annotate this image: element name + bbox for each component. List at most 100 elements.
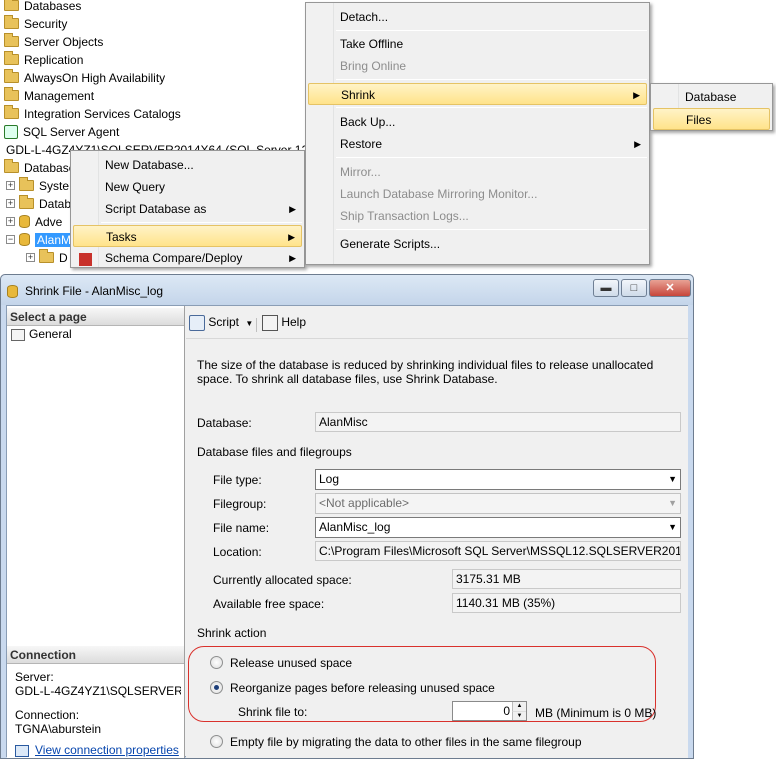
menu-item-take-offline[interactable]: Take Offline — [308, 33, 647, 55]
menu-item-ship-transaction-logs[interactable]: Ship Transaction Logs... — [308, 205, 647, 227]
file-name-select[interactable]: AlanMisc_log ▼ — [315, 517, 681, 538]
menu-item-tasks[interactable]: Tasks ▶ — [73, 225, 302, 247]
tree-node-alwayson[interactable]: AlwaysOn High Availability — [4, 69, 165, 87]
toolbar-separator — [256, 318, 257, 332]
menu-item-shrink-database[interactable]: Database — [653, 86, 770, 108]
object-explorer: Databases Security Server Objects Replic… — [0, 0, 776, 268]
menu-item-label: Script Database as — [105, 202, 207, 216]
view-connection-link[interactable]: View connection properties — [35, 743, 179, 757]
help-button[interactable]: Help — [262, 315, 306, 331]
menu-item-launch-mirroring-monitor[interactable]: Launch Database Mirroring Monitor... — [308, 183, 647, 205]
dropdown-arrow-icon[interactable]: ▼ — [245, 319, 253, 328]
file-type-select[interactable]: Log ▼ — [315, 469, 681, 490]
tree-node-security[interactable]: Security — [4, 15, 67, 33]
location-label: Location: — [213, 545, 262, 559]
menu-item-detach[interactable]: Detach... — [308, 6, 647, 28]
menu-separator — [101, 222, 302, 223]
menu-item-new-query[interactable]: New Query — [73, 176, 302, 198]
menu-item-script-database-as[interactable]: Script Database as ▶ — [73, 198, 302, 220]
empty-file-radio[interactable] — [210, 735, 223, 748]
menu-item-label: Restore — [340, 137, 383, 151]
release-unused-radio[interactable] — [210, 656, 223, 669]
tree-node-sql-server-agent[interactable]: SQL Server Agent — [4, 123, 119, 141]
menu-item-restore[interactable]: Restore ▶ — [308, 133, 647, 155]
minimize-button[interactable]: ▬ — [593, 279, 619, 297]
filegroup-select[interactable]: <Not applicable> ▼ — [315, 493, 681, 514]
tree-node-child[interactable]: + D — [26, 249, 68, 267]
tree-node-server-objects[interactable]: Server Objects — [4, 33, 103, 51]
database-context-menu: New Database... New Query Script Databas… — [70, 150, 305, 268]
tree-node-label: Adve — [35, 215, 63, 229]
filegroup-value: <Not applicable> — [319, 496, 410, 510]
script-button[interactable]: Script ▼ — [189, 315, 253, 331]
maximize-button[interactable]: □ — [621, 279, 647, 297]
collapse-icon[interactable]: − — [6, 235, 15, 245]
shrink-file-to-stepper[interactable]: 0 ▲ ▼ — [452, 701, 527, 721]
menu-item-bring-online[interactable]: Bring Online — [308, 55, 647, 77]
dropdown-arrow-icon: ▼ — [668, 498, 677, 508]
properties-icon — [15, 744, 29, 757]
dropdown-arrow-icon: ▼ — [668, 474, 677, 484]
dialog-toolbar: Script ▼ Help — [186, 306, 688, 339]
expand-icon[interactable]: + — [6, 181, 15, 191]
spin-down-icon[interactable]: ▼ — [512, 711, 526, 720]
connection-label: Connection: — [15, 708, 80, 722]
menu-separator — [336, 79, 647, 80]
menu-item-schema-compare[interactable]: Schema Compare/Deploy ▶ — [73, 251, 302, 267]
menu-item-back-up[interactable]: Back Up... — [308, 111, 647, 133]
page-selector-pane: Select a page General Connection Server:… — [7, 306, 185, 758]
expand-icon[interactable]: + — [6, 217, 15, 227]
menu-separator — [336, 157, 647, 158]
close-button[interactable]: ✕ — [649, 279, 691, 297]
database-label: Database: — [197, 416, 252, 430]
tree-node-integration-services[interactable]: Integration Services Catalogs — [4, 105, 181, 123]
general-page: Script ▼ Help The size of the database i… — [186, 306, 688, 758]
menu-item-mirror[interactable]: Mirror... — [308, 161, 647, 183]
tree-node-label: Security — [24, 17, 68, 31]
folder-icon — [4, 15, 19, 30]
files-group-label: Database files and filegroups — [197, 445, 352, 459]
expand-icon[interactable]: + — [6, 199, 15, 209]
filegroup-label: Filegroup: — [213, 497, 267, 511]
tree-node-management[interactable]: Management — [4, 87, 94, 105]
submenu-arrow-icon: ▶ — [288, 232, 295, 242]
folder-icon — [4, 87, 19, 102]
expand-icon[interactable]: + — [26, 253, 35, 263]
tree-node-label: Integration Services Catalogs — [24, 107, 181, 121]
menu-item-label: Shrink — [341, 88, 376, 102]
menu-item-shrink[interactable]: Shrink ▶ — [308, 83, 647, 105]
submenu-arrow-icon: ▶ — [633, 90, 640, 100]
tree-node-label: Datab — [39, 197, 72, 211]
menu-item-generate-scripts[interactable]: Generate Scripts... — [308, 233, 647, 255]
database-icon — [7, 285, 18, 299]
help-label: Help — [281, 315, 307, 330]
tree-node-adventureworks[interactable]: + Adve — [6, 213, 62, 231]
spin-up-icon[interactable]: ▲ — [512, 702, 526, 711]
help-icon — [262, 315, 278, 331]
location-field: C:\Program Files\Microsoft SQL Server\MS… — [315, 541, 681, 561]
submenu-arrow-icon: ▶ — [289, 204, 296, 214]
tree-node-databases[interactable]: Databases — [4, 0, 81, 15]
tree-node-replication[interactable]: Replication — [4, 51, 83, 69]
reorganize-pages-radio[interactable] — [210, 681, 223, 694]
folder-icon — [19, 177, 34, 192]
dialog-titlebar[interactable]: Shrink File - AlanMisc_log ▬ □ ✕ — [1, 275, 693, 305]
submenu-arrow-icon: ▶ — [634, 139, 641, 149]
menu-separator — [336, 30, 647, 31]
tree-node-label: Databases — [24, 0, 82, 13]
tree-node-database-snapshots[interactable]: + Datab — [6, 195, 71, 213]
page-icon — [11, 328, 25, 341]
tree-node-system[interactable]: + Syste — [6, 177, 69, 195]
dialog-title: Shrink File - AlanMisc_log — [25, 284, 164, 298]
view-connection-properties[interactable]: View connection properties — [15, 743, 179, 757]
file-name-label: File name: — [213, 521, 270, 535]
tree-node-alanmisc[interactable]: − AlanM — [6, 231, 74, 249]
menu-item-new-database[interactable]: New Database... — [73, 154, 302, 176]
menu-item-shrink-files[interactable]: Files — [653, 108, 770, 130]
menu-separator — [336, 229, 647, 230]
database-icon — [19, 215, 30, 229]
folder-icon — [4, 105, 19, 120]
page-item-general[interactable]: General — [11, 327, 72, 341]
shrink-file-to-value[interactable]: 0 — [503, 704, 510, 718]
folder-icon — [19, 195, 34, 210]
